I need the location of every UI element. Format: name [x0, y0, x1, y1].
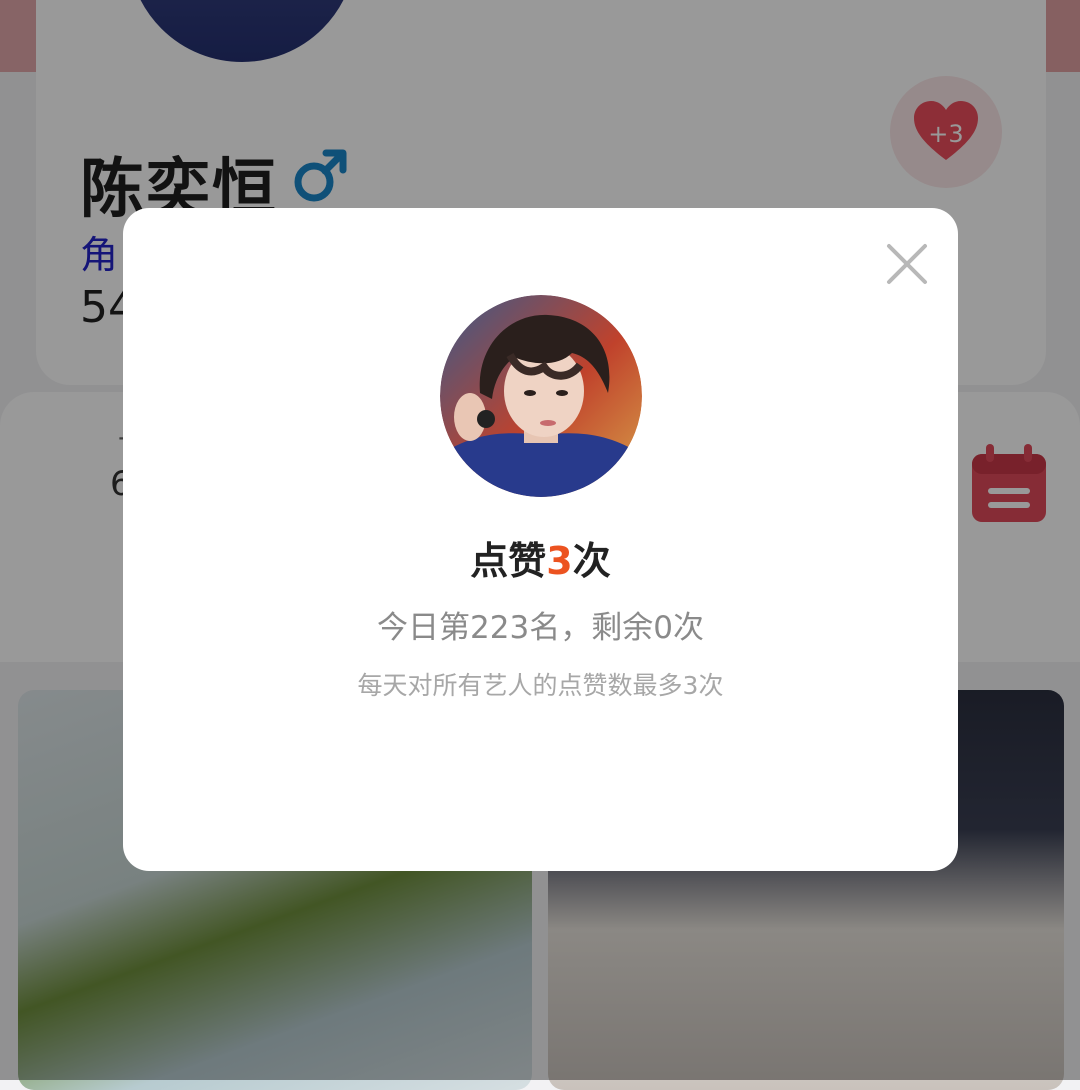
- title-count: 3: [546, 539, 573, 583]
- artist-avatar: [440, 295, 642, 497]
- close-icon[interactable]: [881, 238, 933, 290]
- title-suffix: 次: [572, 539, 611, 583]
- rank-text: 今日第223名，剩余0次: [377, 610, 704, 646]
- like-count-title: 点赞3次: [123, 530, 958, 585]
- limit-note: 每天对所有艺人的点赞数最多3次: [357, 671, 724, 700]
- like-result-dialog: 点赞3次 今日第223名，剩余0次 每天对所有艺人的点赞数最多3次: [123, 208, 958, 871]
- title-prefix: 点赞: [470, 539, 547, 583]
